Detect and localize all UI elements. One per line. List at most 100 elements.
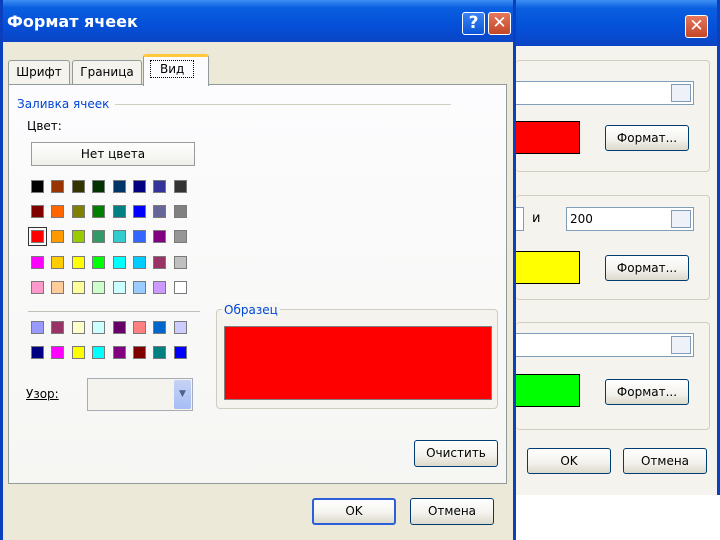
tab-view-label: Вид [150, 60, 195, 78]
color-swatch[interactable] [31, 180, 44, 193]
range-select-icon[interactable] [671, 84, 691, 102]
color-swatch[interactable] [133, 346, 146, 360]
condition-2-preview [516, 251, 580, 284]
color-swatch[interactable] [153, 180, 167, 193]
condition-3-format-button[interactable]: Формат... [605, 379, 689, 405]
color-swatch[interactable] [51, 230, 65, 244]
cancel-button[interactable]: Отмена [410, 498, 494, 525]
color-swatch[interactable] [133, 280, 146, 294]
color-swatch[interactable] [112, 280, 126, 294]
background-close-icon[interactable]: ✕ [685, 15, 708, 38]
condition-1-formula-field[interactable] [516, 81, 694, 105]
color-swatch[interactable] [92, 321, 106, 334]
color-swatch[interactable] [153, 230, 167, 244]
color-palette [28, 180, 201, 300]
color-swatch[interactable] [71, 205, 85, 219]
color-swatch[interactable] [92, 180, 106, 193]
color-swatch[interactable] [51, 255, 65, 269]
color-swatch[interactable] [173, 280, 187, 294]
color-swatch[interactable] [51, 346, 65, 360]
color-swatch[interactable] [133, 205, 146, 219]
condition-1-group [516, 60, 710, 172]
color-swatch[interactable] [31, 280, 44, 294]
condition-1-format-button[interactable]: Формат... [605, 125, 689, 151]
color-swatch[interactable] [71, 321, 85, 334]
dialog-title: Формат ячеек [7, 12, 138, 31]
color-swatch[interactable] [133, 180, 146, 193]
tab-page: Заливка ячеек Цвет: Нет цвета Узор: ▼ Об… [8, 84, 507, 484]
color-swatch[interactable] [173, 321, 187, 334]
color-swatch[interactable] [173, 255, 187, 269]
condition-1-preview [516, 121, 580, 154]
color-swatch[interactable] [133, 321, 146, 334]
color-swatch[interactable] [153, 255, 167, 269]
palette-divider [28, 311, 200, 312]
condition-2-and-label: и [532, 211, 541, 226]
background-ok-button[interactable]: OK [527, 448, 611, 474]
color-swatch[interactable] [173, 180, 187, 193]
color-swatch[interactable] [71, 180, 85, 193]
color-swatch[interactable] [112, 230, 126, 244]
color-swatch[interactable] [173, 346, 187, 360]
no-color-button[interactable]: Нет цвета [31, 142, 195, 166]
color-swatch[interactable] [51, 321, 65, 334]
range-select-icon[interactable] [671, 210, 691, 228]
color-swatch[interactable] [51, 180, 65, 193]
color-swatch[interactable] [51, 280, 65, 294]
color-swatch[interactable] [71, 280, 85, 294]
fill-group-line [115, 104, 451, 105]
color-swatch[interactable] [31, 255, 44, 269]
color-swatch[interactable] [92, 230, 106, 244]
color-swatch[interactable] [71, 230, 85, 244]
pattern-dropdown[interactable]: ▼ [87, 378, 193, 411]
condition-3-formula-field[interactable] [516, 333, 694, 357]
color-swatch[interactable] [133, 255, 146, 269]
clear-button[interactable]: Очистить [414, 440, 498, 467]
tab-font-label: Шрифт [16, 65, 62, 79]
color-swatch[interactable] [112, 321, 126, 334]
background-dialog: ✕ Формат... и 200 Формат... Формат... OK… [516, 0, 720, 495]
condition-2-format-button[interactable]: Формат... [605, 255, 689, 281]
color-swatch[interactable] [153, 346, 167, 360]
color-swatch[interactable] [112, 205, 126, 219]
background-cancel-button[interactable]: Отмена [623, 448, 707, 474]
color-swatch[interactable] [71, 255, 85, 269]
color-swatch[interactable] [153, 321, 167, 334]
color-swatch[interactable] [92, 280, 106, 294]
condition-3-preview [516, 374, 580, 407]
color-swatch[interactable] [133, 230, 146, 244]
tab-font[interactable]: Шрифт [8, 60, 70, 84]
color-swatch[interactable] [92, 346, 106, 360]
sample-preview [224, 326, 492, 400]
condition-2-operand-1[interactable] [516, 207, 524, 231]
color-swatch[interactable] [173, 205, 187, 219]
clear-button-label: Очистить [426, 446, 486, 460]
chevron-down-icon[interactable]: ▼ [174, 380, 191, 409]
color-swatch[interactable] [28, 227, 47, 247]
color-swatch[interactable] [112, 346, 126, 360]
range-select-icon[interactable] [671, 336, 691, 354]
color-swatch[interactable] [31, 321, 44, 334]
pattern-label: Узор: [26, 387, 59, 401]
ok-button[interactable]: OK [312, 498, 396, 525]
color-swatch[interactable] [112, 180, 126, 193]
color-swatch[interactable] [153, 205, 167, 219]
fill-group-label: Заливка ячеек [17, 97, 110, 111]
close-icon[interactable]: ✕ [488, 12, 511, 35]
tab-border[interactable]: Граница [72, 60, 142, 84]
condition-2-operand-2[interactable]: 200 [566, 207, 694, 231]
tab-border-label: Граница [80, 65, 134, 79]
color-swatch[interactable] [173, 230, 187, 244]
format-cells-dialog: Формат ячеек ? ✕ Шрифт Граница Вид Залив… [0, 0, 516, 540]
color-swatch[interactable] [92, 255, 106, 269]
color-swatch[interactable] [92, 205, 106, 219]
color-swatch[interactable] [71, 346, 85, 360]
help-icon[interactable]: ? [462, 12, 485, 35]
color-label: Цвет: [27, 119, 62, 133]
tab-view[interactable]: Вид [143, 54, 209, 86]
color-swatch[interactable] [112, 255, 126, 269]
color-swatch[interactable] [51, 205, 65, 219]
color-swatch[interactable] [31, 346, 44, 360]
color-swatch[interactable] [31, 205, 44, 219]
color-swatch[interactable] [153, 280, 167, 294]
